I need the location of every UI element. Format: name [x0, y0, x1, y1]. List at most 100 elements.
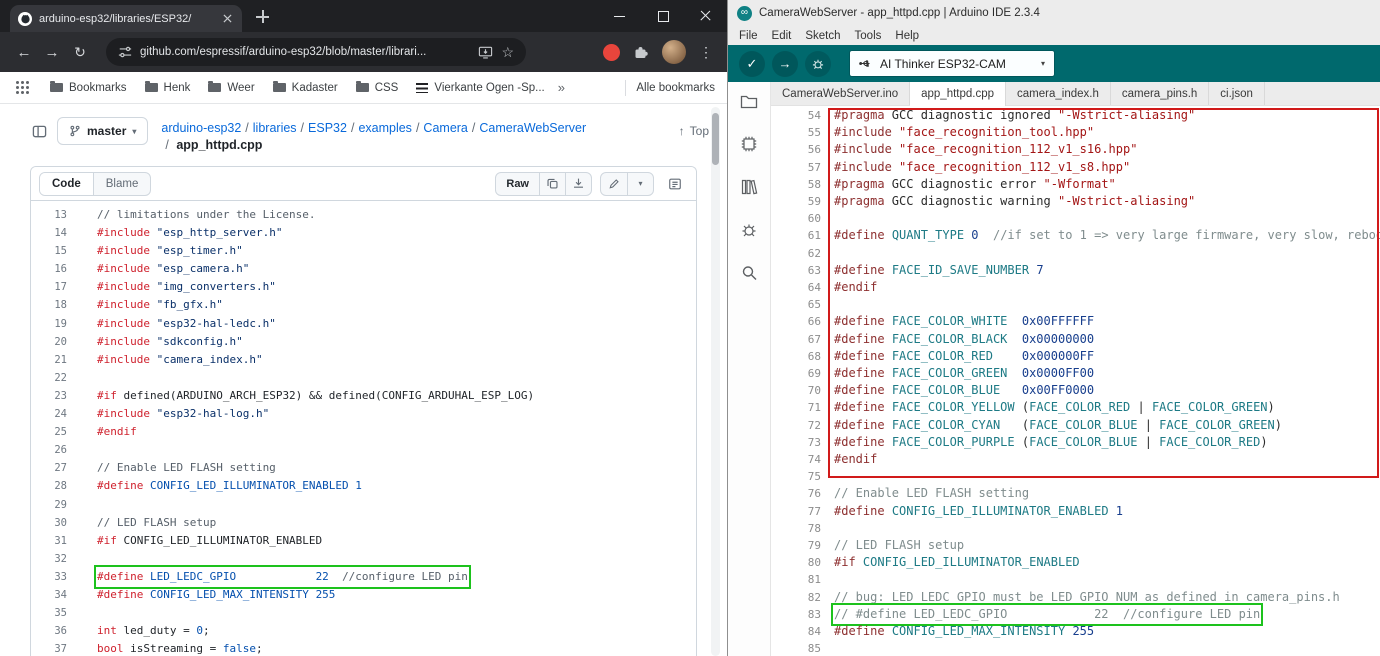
apps-grid-icon[interactable] — [16, 81, 29, 94]
line-number: 56 — [771, 141, 821, 158]
line-number: 57 — [771, 159, 821, 176]
symbols-panel-icon[interactable] — [662, 172, 688, 196]
line-number[interactable]: 30 — [31, 514, 67, 532]
line-number[interactable]: 34 — [31, 586, 67, 604]
editor-tab[interactable]: app_httpd.cpp — [910, 82, 1006, 106]
profile-avatar[interactable] — [662, 40, 686, 64]
editor-tab[interactable]: camera_index.h — [1006, 82, 1111, 105]
line-number[interactable]: 31 — [31, 532, 67, 550]
bookmarks-list: BookmarksHenk Weer Kadaster CSSVierkante Og… — [41, 79, 554, 97]
line-number[interactable]: 26 — [31, 441, 67, 459]
code-text: // Enable LED FLASH setting — [834, 485, 1029, 502]
upload-button[interactable] — [772, 51, 798, 77]
sketchbook-icon[interactable] — [739, 91, 759, 111]
tab-close-icon[interactable] — [220, 12, 234, 26]
menu-edit[interactable]: Edit — [765, 30, 799, 42]
copy-icon[interactable] — [539, 173, 565, 195]
line-number[interactable]: 21 — [31, 351, 67, 369]
line-number[interactable]: 29 — [31, 496, 67, 514]
search-icon[interactable] — [739, 263, 759, 283]
line-number[interactable]: 32 — [31, 550, 67, 568]
boards-manager-icon[interactable] — [739, 134, 759, 154]
line-number[interactable]: 36 — [31, 622, 67, 640]
all-bookmarks-button[interactable]: Alle bookmarks — [636, 82, 715, 94]
editor-tab[interactable]: camera_pins.h — [1111, 82, 1209, 105]
address-bar[interactable]: github.com/espressif/arduino-esp32/blob/… — [106, 38, 526, 66]
code-text: #include "esp_camera.h" — [97, 260, 249, 278]
breadcrumb-link[interactable]: ESP32 — [308, 121, 347, 135]
library-manager-icon[interactable] — [739, 177, 759, 197]
code-text: bool isStreaming = false; — [97, 640, 263, 656]
new-tab-button[interactable] — [254, 8, 271, 25]
minimize-button[interactable] — [598, 0, 641, 32]
download-icon[interactable] — [565, 173, 591, 195]
line-number[interactable]: 18 — [31, 296, 67, 314]
line-number[interactable]: 24 — [31, 405, 67, 423]
browser-tab[interactable]: arduino-esp32/libraries/ESP32/ — [10, 5, 242, 32]
bookmark-label: Kadaster — [292, 82, 338, 94]
menu-tools[interactable]: Tools — [848, 30, 889, 42]
line-number[interactable]: 22 — [31, 369, 67, 387]
line-number[interactable]: 27 — [31, 459, 67, 477]
line-number[interactable]: 19 — [31, 315, 67, 333]
breadcrumb-link[interactable]: arduino-esp32 — [161, 121, 241, 135]
line-number[interactable]: 14 — [31, 224, 67, 242]
branch-selector[interactable]: master — [57, 117, 148, 145]
breadcrumb-link[interactable]: examples — [358, 121, 412, 135]
menu-sketch[interactable]: Sketch — [798, 30, 847, 42]
close-button[interactable] — [684, 0, 727, 32]
bookmark-item[interactable]: Kadaster — [264, 79, 347, 97]
breadcrumb-link[interactable]: libraries — [253, 121, 297, 135]
debug-panel-icon[interactable] — [739, 220, 759, 240]
raw-button[interactable]: Raw — [496, 173, 539, 195]
bookmark-item[interactable]: CSS — [347, 79, 408, 97]
bookmark-item[interactable]: Bookmarks — [41, 79, 136, 97]
bookmark-star-icon[interactable] — [501, 44, 514, 61]
maximize-button[interactable] — [641, 0, 684, 32]
bookmark-item[interactable]: Henk — [136, 79, 200, 97]
line-number[interactable]: 13 — [31, 206, 67, 224]
forward-icon[interactable] — [38, 38, 66, 66]
line-number[interactable]: 37 — [31, 640, 67, 656]
line-number[interactable]: 33 — [31, 568, 67, 586]
edit-options-chevron-icon[interactable] — [627, 173, 653, 195]
extensions-puzzle-icon[interactable] — [633, 44, 649, 60]
line-number[interactable]: 28 — [31, 477, 67, 495]
board-selector[interactable]: AI Thinker ESP32-CAM — [849, 50, 1055, 77]
site-settings-icon[interactable] — [118, 45, 132, 59]
page-scrollbar[interactable] — [711, 107, 720, 656]
menu-file[interactable]: File — [732, 30, 765, 42]
scroll-to-top-button[interactable]: Top — [679, 124, 709, 138]
line-number[interactable]: 25 — [31, 423, 67, 441]
line-number[interactable]: 15 — [31, 242, 67, 260]
sidebar-toggle-icon[interactable] — [32, 124, 47, 139]
bookmarks-overflow-icon[interactable]: » — [554, 80, 569, 95]
line-number[interactable]: 20 — [31, 333, 67, 351]
line-number[interactable]: 35 — [31, 604, 67, 622]
line-number[interactable]: 17 — [31, 278, 67, 296]
line-number[interactable]: 23 — [31, 387, 67, 405]
scrollbar-thumb[interactable] — [712, 113, 719, 165]
debug-button[interactable] — [805, 51, 831, 77]
reload-icon[interactable] — [66, 38, 94, 66]
edit-pencil-icon[interactable] — [601, 173, 627, 195]
back-icon[interactable] — [10, 38, 38, 66]
bookmark-item[interactable]: Weer — [199, 79, 263, 97]
code-line: 24#include "esp32-hal-log.h" — [31, 405, 696, 423]
code-line: 65 — [771, 296, 1380, 313]
editor-tab[interactable]: ci.json — [1209, 82, 1265, 105]
adblock-extension-icon[interactable] — [603, 44, 620, 61]
bookmark-label: Weer — [227, 82, 254, 94]
tab-code[interactable]: Code — [40, 173, 94, 195]
menu-help[interactable]: Help — [888, 30, 926, 42]
breadcrumb-link[interactable]: Camera — [423, 121, 467, 135]
line-number[interactable]: 16 — [31, 260, 67, 278]
tab-blame[interactable]: Blame — [94, 173, 151, 195]
verify-button[interactable] — [739, 51, 765, 77]
browser-menu-icon[interactable] — [699, 44, 713, 61]
editor-tab[interactable]: CameraWebServer.ino — [771, 82, 910, 105]
breadcrumb-link[interactable]: CameraWebServer — [479, 121, 586, 135]
bookmark-item[interactable]: Vierkante Ogen -Sp... — [407, 79, 553, 97]
install-icon[interactable] — [478, 45, 493, 60]
line-number: 78 — [771, 520, 821, 537]
